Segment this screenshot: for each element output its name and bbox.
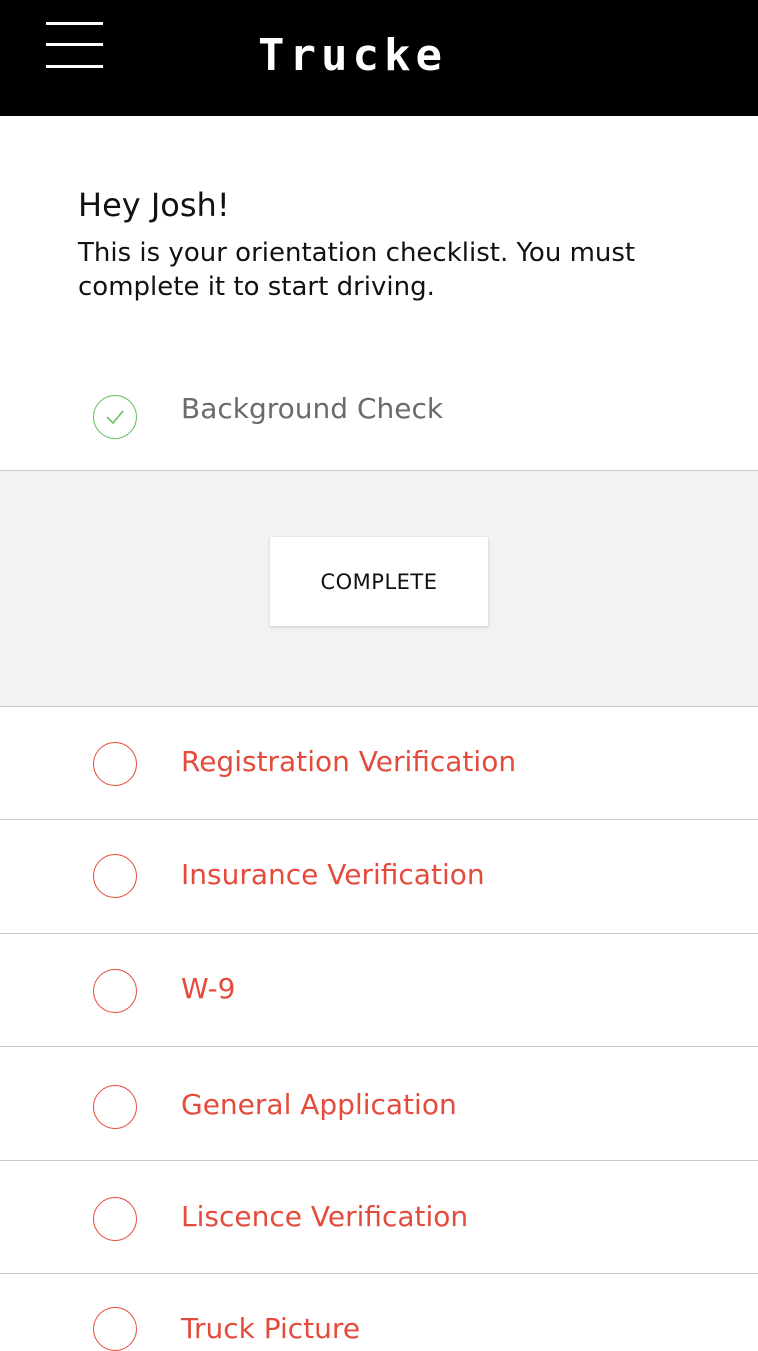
checklist-item-label: W-9 (181, 972, 236, 1005)
checklist-item-label: Liscence Verification (181, 1200, 469, 1233)
checklist-item-label: Insurance Verification (181, 858, 485, 891)
empty-circle-icon (93, 969, 137, 1013)
checklist-item-insurance-verification[interactable]: Insurance Verification (0, 820, 758, 933)
menu-line (46, 65, 103, 68)
check-circle-icon (93, 395, 137, 439)
checklist-item-label: General Application (181, 1088, 457, 1121)
empty-circle-icon (93, 1197, 137, 1241)
checklist-item-liscence-verification[interactable]: Liscence Verification (0, 1161, 758, 1273)
empty-circle-icon (93, 742, 137, 786)
empty-circle-icon (93, 854, 137, 898)
menu-line (46, 22, 103, 25)
checklist-item-truck-picture[interactable]: Truck Picture (0, 1274, 758, 1351)
checklist-item-label: Truck Picture (181, 1312, 361, 1345)
checklist-item-label: Background Check (181, 392, 444, 425)
greeting-title: Hey Josh! (78, 186, 230, 224)
complete-button[interactable]: COMPLETE (270, 537, 488, 626)
menu-line (46, 43, 103, 46)
checklist-item-general-application[interactable]: General Application (0, 1047, 758, 1160)
empty-circle-icon (93, 1085, 137, 1129)
top-bar: Trucke (0, 0, 758, 116)
app-logo: Trucke (258, 30, 447, 81)
checklist-item-registration-verification[interactable]: Registration Verification (0, 707, 758, 819)
expanded-panel: COMPLETE (0, 471, 758, 706)
greeting-message: This is your orientation checklist. You … (78, 238, 636, 302)
checklist-item-w9[interactable]: W-9 (0, 934, 758, 1046)
hamburger-menu-icon[interactable] (40, 16, 110, 76)
empty-circle-icon (93, 1307, 137, 1351)
checklist-item-background-check[interactable]: Background Check (0, 380, 758, 444)
checklist-item-label: Registration Verification (181, 745, 517, 778)
